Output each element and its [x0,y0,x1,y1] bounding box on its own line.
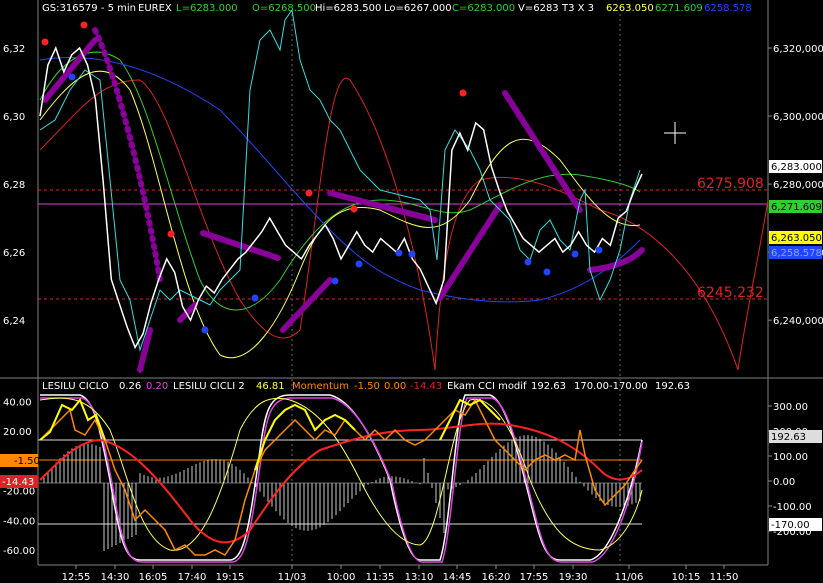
cci-v3: -170.00 [609,381,648,392]
blue-signal-dot [543,268,551,276]
blue-signal-dot [68,73,76,81]
open-label: O=6268.500 [252,3,316,14]
blue-signal-dot [331,277,339,285]
ma2-label: 6271.609 [655,3,703,14]
yellow-ma-tag-text: 6,263.050 [771,233,822,244]
x-tick-label: 19:15 [216,572,245,583]
lesilu-v2: 0.20 [146,381,168,392]
red-signal-dot [350,205,358,213]
y-tick-left: 6,30 [3,112,25,123]
upper-level-label: 6275.908 [697,176,764,192]
x-tick-label: 12:55 [62,572,91,583]
lower-y-tick-right: 100.00 [773,452,808,463]
cci-lower-tag-text: -170.00 [771,520,810,531]
momentum-tag-text: -1.50 [14,456,40,467]
mom-v3: -14.43 [410,381,442,392]
lower-y-tick-left: -40.00 [3,516,35,527]
red-signal-dot [459,89,467,97]
x-tick-label: 17:55 [520,572,549,583]
x-tick-label: 11:50 [710,572,739,583]
x-tick-label: 10:15 [672,572,701,583]
blue-signal-dot [595,246,603,254]
high-label: Hi=6283.500 [315,3,381,14]
blue-signal-dot [395,249,403,257]
x-tick-label: 14:30 [101,572,130,583]
blue-signal-dot [571,250,579,258]
y-tick-right: 6,320,000 [773,44,823,55]
x-tick-label: 16:20 [482,572,511,583]
y-tick-right: 6,280,000 [773,180,823,191]
ma1-label: 6263.050 [606,3,654,14]
momentum2-tag-text: -14.43 [2,477,34,488]
last-price-tag-text: 6,283.000 [771,162,822,173]
x-tick-label: 10:00 [327,572,356,583]
x-tick-label: 11/06 [615,572,644,583]
mom-v1: -1.50 [354,381,380,392]
x-tick-label: 11/03 [278,572,307,583]
mom-v2: 0.00 [384,381,406,392]
lower-y-tick-left: -60.00 [3,546,35,557]
cci-v1: 192.63 [531,381,566,392]
x-tick-label: 13:10 [405,572,434,583]
symbol-label: GS:316579 - 5 min [42,3,136,14]
upper-header: GS:316579 - 5 min EUREX L=6283.000 O=626… [42,3,752,14]
blue-signal-dot [408,250,416,258]
last-label: L=6283.000 [176,3,238,14]
trading-chart: GS:316579 - 5 min EUREX L=6283.000 O=626… [0,0,823,583]
x-tick-label: 17:40 [178,572,207,583]
t3-label: T3 X 3 [561,3,594,14]
y-tick-left: 6,28 [3,180,25,191]
cci-upper-tag-text: 192.63 [771,432,806,443]
close-label: C=6283.000 [452,3,515,14]
x-tick-label: 16:05 [139,572,168,583]
low-label: Lo=6267.000 [384,3,452,14]
y-tick-right: 6,300,000 [773,112,823,123]
x-tick-label: 11:35 [366,572,395,583]
blue-signal-dot [251,294,259,302]
y-tick-right: 6,240,000 [773,316,823,327]
blue-ma-tag-text: 6,258.578 [771,248,822,259]
cci-v4: 192.63 [655,381,690,392]
y-tick-left: 6,24 [3,316,25,327]
red-signal-dot [41,38,49,46]
green-ma-tag-text: 6,271.609 [771,202,822,213]
blue-signal-dot [201,326,209,334]
lesilu2-v: 46.81 [256,381,285,392]
x-tick-label: 19:30 [559,572,588,583]
lesilu-label: LESILU CICLO [42,381,109,392]
lower-y-tick-left: 20.00 [3,427,32,438]
lower-y-tick-left: -20.00 [3,487,35,498]
lesilu-v1: 0.26 [119,381,141,392]
lesilu2-label: LESILU CICLI 2 [173,381,245,392]
red-signal-dot [80,21,88,29]
cci-v2: 170.00 [574,381,609,392]
lower-y-tick-right: 300.00 [773,402,808,413]
y-tick-left: 6,26 [3,248,25,259]
lower-y-tick-left: 40.00 [3,397,32,408]
lower-header: LESILU CICLO 0.26 0.20 LESILU CICLI 2 46… [42,381,690,392]
exchange-label: EUREX [138,3,172,14]
x-tick-label: 14:45 [443,572,472,583]
cci-label: Ekam CCI modif [447,381,527,392]
momentum-label: Momentum [292,381,349,392]
blue-signal-dot [355,260,363,268]
volume-label: V=6283 [518,3,559,14]
red-signal-dot [305,189,313,197]
lower-level-label: 6245.232 [697,285,764,301]
blue-signal-dot [524,258,532,266]
y-tick-left: 6,32 [3,44,25,55]
red-signal-dot [167,230,175,238]
lower-y-tick-right: 0.00 [773,477,795,488]
ma3-label: 6258.578 [704,3,752,14]
lower-y-tick-right: -100.00 [773,502,812,513]
